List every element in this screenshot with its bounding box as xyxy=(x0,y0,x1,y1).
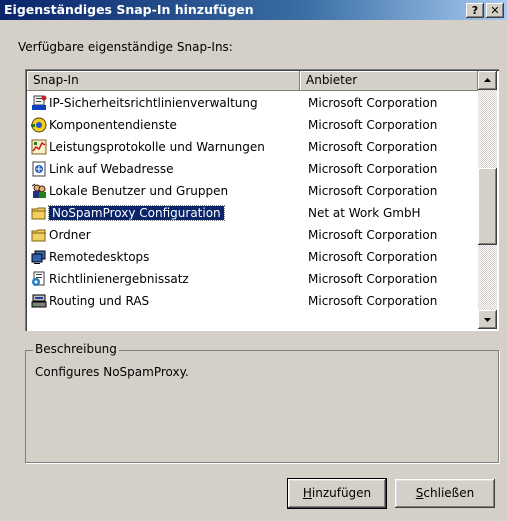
snapin-name-cell: Leistungsprotokolle und Warnungen xyxy=(31,138,265,156)
component-services-icon xyxy=(31,117,47,133)
snapin-name: Richtlinienergebnissatz xyxy=(49,272,189,286)
snapin-name: Leistungsprotokolle und Warnungen xyxy=(49,140,265,154)
list-item[interactable]: Routing und RAS Microsoft Corporation xyxy=(27,290,478,312)
remote-desktops-icon xyxy=(31,250,46,264)
folder-icon xyxy=(31,229,46,242)
snapin-name-cell: Link auf Webadresse xyxy=(31,160,173,178)
help-button[interactable]: ? xyxy=(466,3,484,18)
description-legend: Beschreibung xyxy=(33,342,119,356)
performance-logs-icon xyxy=(31,139,47,155)
security-policy-icon xyxy=(32,95,47,110)
list-item[interactable]: Lokale Benutzer und Gruppen Microsoft Cor… xyxy=(27,180,478,202)
list-header: Snap-In Anbieter xyxy=(27,71,478,91)
scroll-down-button[interactable] xyxy=(478,310,497,329)
add-button[interactable]: Hinzufügen xyxy=(287,478,387,509)
list-item[interactable]: Ordner Microsoft Corporation xyxy=(27,224,478,246)
web-link-icon xyxy=(32,161,46,177)
vendor-name: Microsoft Corporation xyxy=(308,250,438,264)
snapin-name: NoSpamProxy Configuration xyxy=(48,205,225,221)
add-snapin-dialog: Eigenständiges Snap-In hinzufügen ? ✕ Ve… xyxy=(0,0,507,521)
description-group: Beschreibung Configures NoSpamProxy. xyxy=(25,342,499,463)
snapin-name-cell: Routing und RAS xyxy=(31,292,149,310)
folder-icon xyxy=(31,207,46,220)
dialog-title: Eigenständiges Snap-In hinzufügen xyxy=(4,2,254,17)
snapin-name: Komponentendienste xyxy=(49,118,177,132)
close-dialog-button[interactable]: Schließen xyxy=(395,479,495,508)
list-item[interactable]: Komponentendienste Microsoft Corporation xyxy=(27,114,478,136)
list-item[interactable]: Leistungsprotokolle und Warnungen Microso… xyxy=(27,136,478,158)
list-item[interactable]: IP-Sicherheitsrichtlinienverwaltung Micro… xyxy=(27,92,478,114)
scroll-thumb[interactable] xyxy=(478,168,497,245)
description-text: Configures NoSpamProxy. xyxy=(35,365,189,379)
snapin-name: Routing und RAS xyxy=(49,294,150,308)
arrow-up-icon xyxy=(484,78,491,82)
vendor-name: Microsoft Corporation xyxy=(308,96,438,110)
snapin-name-cell: IP-Sicherheitsrichtlinienverwaltung xyxy=(31,94,258,112)
vendor-name: Microsoft Corporation xyxy=(308,294,438,308)
users-groups-icon xyxy=(31,183,46,198)
snapin-name: Remotedesktops xyxy=(49,250,150,264)
snapin-name: Link auf Webadresse xyxy=(49,162,174,176)
title-bar[interactable]: Eigenständiges Snap-In hinzufügen ? ✕ xyxy=(0,0,507,20)
snapin-listview[interactable]: Snap-In Anbieter IP-Sicherheitsrichtlini… xyxy=(25,69,499,331)
snapin-name-cell: Lokale Benutzer und Gruppen xyxy=(31,182,228,200)
vendor-name: Microsoft Corporation xyxy=(308,140,438,154)
snapin-name-cell: NoSpamProxy Configuration xyxy=(31,204,225,222)
vendor-name: Microsoft Corporation xyxy=(308,118,438,132)
list-item[interactable]: Richtlinienergebnissatz Microsoft Corpora… xyxy=(27,268,478,290)
arrow-down-icon xyxy=(484,318,491,322)
snapin-name: IP-Sicherheitsrichtlinienverwaltung xyxy=(49,96,258,110)
vendor-name: Net at Work GmbH xyxy=(308,206,421,220)
available-snapins-label: Verfügbare eigenständige Snap-Ins: xyxy=(18,40,233,54)
column-header-vendor[interactable]: Anbieter xyxy=(300,71,478,91)
vendor-name: Microsoft Corporation xyxy=(308,162,438,176)
list-item[interactable]: NoSpamProxy Configuration Net at Work Gmb… xyxy=(27,202,478,224)
snapin-name: Ordner xyxy=(49,228,91,242)
list-body: IP-Sicherheitsrichtlinienverwaltung Micro… xyxy=(27,91,478,329)
list-item[interactable]: Remotedesktops Microsoft Corporation xyxy=(27,246,478,268)
vendor-name: Microsoft Corporation xyxy=(308,272,438,286)
list-item-partial xyxy=(27,312,478,329)
snapin-name-cell: Ordner xyxy=(31,226,91,244)
column-header-snapin[interactable]: Snap-In xyxy=(27,71,300,91)
scroll-up-button[interactable] xyxy=(478,71,497,90)
snapin-name-cell: Remotedesktops xyxy=(31,248,149,266)
list-item[interactable]: Link auf Webadresse Microsoft Corporation xyxy=(27,158,478,180)
routing-ras-icon xyxy=(31,294,47,308)
vertical-scrollbar[interactable] xyxy=(478,71,497,329)
policy-results-icon xyxy=(32,271,45,286)
snapin-name-cell: Komponentendienste xyxy=(31,116,177,134)
snapin-name-cell: Richtlinienergebnissatz xyxy=(31,270,189,288)
snapin-name: Lokale Benutzer und Gruppen xyxy=(49,184,229,198)
close-button[interactable]: ✕ xyxy=(486,3,504,18)
vendor-name: Microsoft Corporation xyxy=(308,228,438,242)
vendor-name: Microsoft Corporation xyxy=(308,184,438,198)
